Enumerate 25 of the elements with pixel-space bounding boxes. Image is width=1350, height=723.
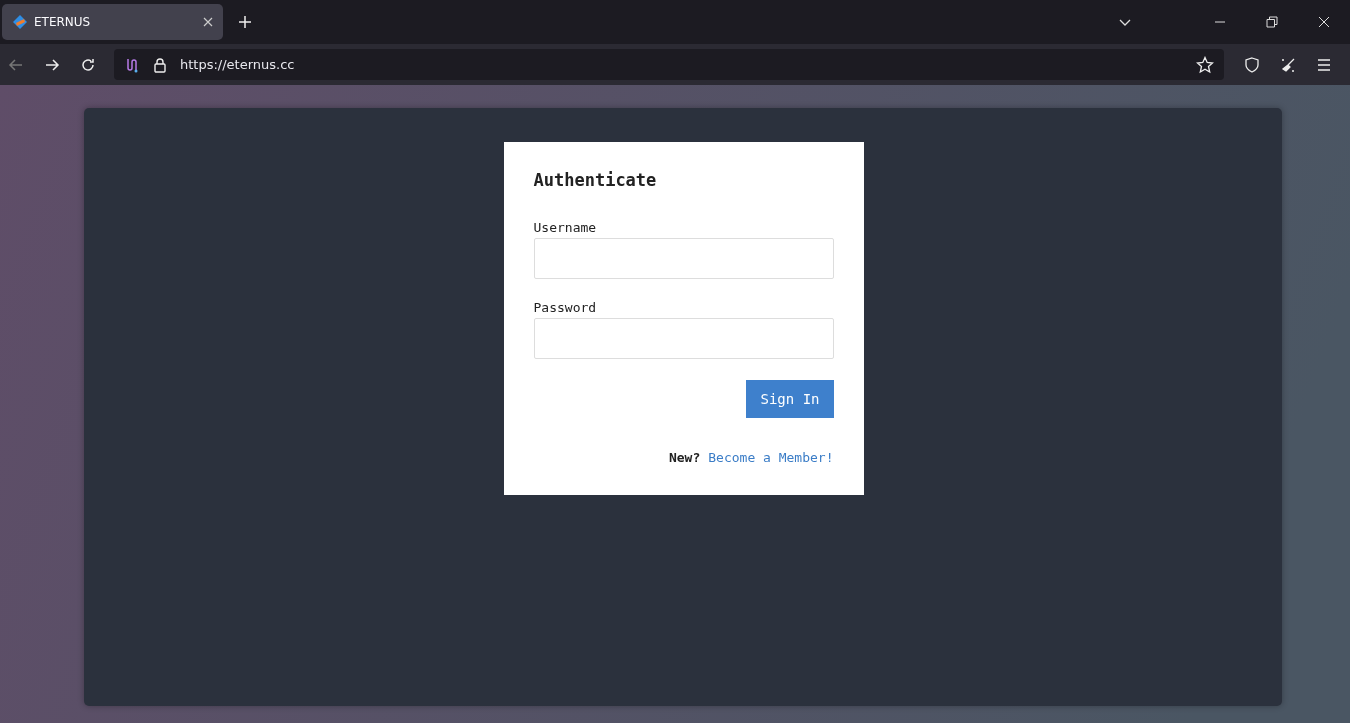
form-title: Authenticate bbox=[533, 170, 658, 190]
broom-icon[interactable] bbox=[1280, 56, 1296, 73]
back-icon[interactable] bbox=[8, 56, 24, 73]
url-text: https://eternus.cc bbox=[180, 57, 295, 72]
address-bar[interactable]: https://eternus.cc bbox=[114, 49, 1224, 80]
restore-icon[interactable] bbox=[1266, 16, 1278, 28]
field-label: Username bbox=[533, 220, 598, 235]
input-field[interactable] bbox=[533, 318, 834, 359]
forward-icon[interactable] bbox=[44, 56, 60, 73]
sign-in-button[interactable]: Sign In bbox=[746, 380, 834, 418]
site-logo-icon bbox=[12, 14, 28, 30]
close-icon[interactable] bbox=[1318, 16, 1330, 28]
field-label: Password bbox=[533, 300, 598, 315]
signup-prompt: New? bbox=[668, 450, 701, 465]
lock-icon bbox=[152, 56, 168, 73]
shield-icon[interactable] bbox=[1244, 56, 1260, 73]
menu-icon[interactable] bbox=[1316, 56, 1332, 73]
close-tab-icon[interactable] bbox=[203, 17, 213, 27]
new-tab-icon[interactable] bbox=[238, 15, 252, 29]
input-field[interactable] bbox=[533, 238, 834, 279]
extension-icon[interactable] bbox=[124, 56, 140, 73]
browser-tab[interactable]: ETERNUS bbox=[2, 4, 223, 40]
reload-icon[interactable] bbox=[80, 56, 96, 73]
signup-link[interactable]: Become a Member! bbox=[708, 450, 834, 465]
bookmark-star-icon[interactable] bbox=[1196, 55, 1214, 74]
